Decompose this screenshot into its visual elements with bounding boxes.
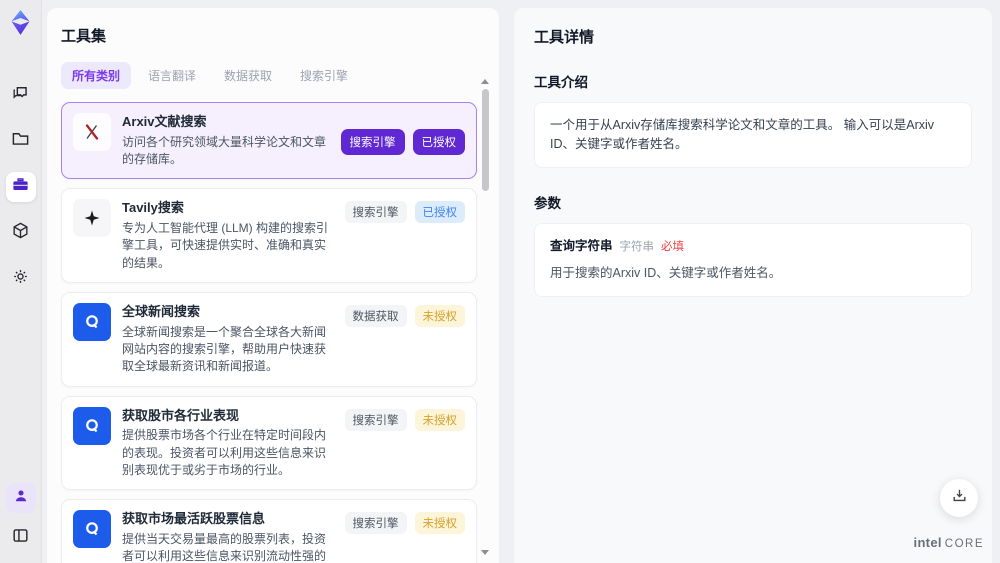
page-title: 工具集 bbox=[61, 28, 107, 45]
category-tabs: 所有类别 语言翻译 数据获取 搜索引擎 bbox=[61, 62, 477, 89]
tool-card-most-active-stocks[interactable]: 获取市场最活跃股票信息 提供当天交易量最高的股票列表，投资者可以利用这些信息来识… bbox=[61, 499, 477, 563]
tool-name: Arxiv文献搜索 bbox=[122, 114, 207, 129]
folder-icon bbox=[11, 129, 30, 153]
sidebar-item-tools[interactable] bbox=[5, 172, 36, 202]
auth-status-badge: 未授权 bbox=[414, 408, 465, 431]
tab-all-categories[interactable]: 所有类别 bbox=[61, 62, 132, 89]
category-badge: 搜索引擎 bbox=[344, 201, 407, 224]
cube-icon bbox=[11, 221, 30, 245]
download-button[interactable] bbox=[940, 479, 978, 517]
sidebar-item-chat[interactable] bbox=[6, 80, 36, 110]
tool-detail-panel: 工具详情 工具介绍 一个用于从Arxiv存储库搜索科学论文和文章的工具。 输入可… bbox=[514, 8, 992, 563]
scrollbar-thumb[interactable] bbox=[481, 89, 489, 191]
auth-status-badge: 未授权 bbox=[414, 512, 465, 535]
news-q-icon bbox=[73, 510, 111, 549]
sparkle-icon bbox=[73, 199, 111, 238]
tab-translation[interactable]: 语言翻译 bbox=[137, 62, 207, 89]
auth-status-badge: 未授权 bbox=[414, 305, 465, 328]
intro-text: 一个用于从Arxiv存储库搜索科学论文和文章的工具。 输入可以是Arxiv ID… bbox=[550, 118, 935, 151]
app-logo-icon bbox=[7, 9, 34, 36]
param-description: 用于搜索的Arxiv ID、关键字或作者姓名。 bbox=[550, 265, 782, 280]
tool-name: 全球新闻搜索 bbox=[122, 304, 201, 320]
scroll-down-arrow-icon[interactable] bbox=[481, 550, 489, 555]
intel-core-logo: intel core bbox=[914, 535, 984, 550]
intro-box: 一个用于从Arxiv存储库搜索科学论文和文章的工具。 输入可以是Arxiv ID… bbox=[534, 102, 972, 168]
tab-data-fetch[interactable]: 数据获取 bbox=[213, 62, 283, 89]
tool-list-panel: 工具集 所有类别 语言翻译 数据获取 搜索引擎 Arxiv文献搜索 访问各个研究… bbox=[47, 8, 499, 563]
tool-description: 全球新闻搜索是一个聚合全球各大新闻网站内容的搜索引擎，帮助用户快速获取全球最新资… bbox=[122, 324, 327, 374]
param-box: 查询字符串 字符串 必填 用于搜索的Arxiv ID、关键字或作者姓名。 bbox=[534, 222, 972, 297]
briefcase-icon bbox=[11, 175, 30, 199]
category-badge: 搜索引擎 bbox=[344, 512, 407, 535]
sidebar-item-packages[interactable] bbox=[6, 218, 36, 248]
arxiv-icon bbox=[73, 113, 111, 151]
param-type: 字符串 bbox=[619, 240, 655, 253]
tool-name: Tavily搜索 bbox=[122, 200, 184, 216]
auth-status-badge: 已授权 bbox=[412, 128, 465, 155]
scrollbar[interactable] bbox=[480, 79, 490, 555]
tool-description: 访问各个研究领域大量科学论文和文章的存储库。 bbox=[122, 134, 327, 166]
auth-status-badge: 已授权 bbox=[414, 201, 465, 224]
download-icon bbox=[951, 487, 968, 509]
panel-toggle-icon bbox=[11, 526, 30, 550]
brand-primary: intel bbox=[913, 535, 942, 550]
main-content: 工具集 所有类别 语言翻译 数据获取 搜索引擎 Arxiv文献搜索 访问各个研究… bbox=[42, 0, 1000, 563]
news-q-icon bbox=[73, 406, 111, 445]
scroll-up-arrow-icon[interactable] bbox=[481, 79, 489, 84]
sidebar-item-profile[interactable] bbox=[5, 483, 36, 513]
tab-search-engine[interactable]: 搜索引擎 bbox=[289, 62, 359, 89]
param-required-badge: 必填 bbox=[661, 240, 685, 253]
sidebar-item-collapse[interactable] bbox=[6, 523, 36, 553]
news-q-icon bbox=[73, 303, 111, 342]
user-icon bbox=[12, 487, 30, 510]
chat-icon bbox=[11, 83, 30, 107]
tool-list: Arxiv文献搜索 访问各个研究领域大量科学论文和文章的存储库。 搜索引擎 已授… bbox=[61, 102, 477, 563]
tool-description: 提供股票市场各个行业在特定时间段内的表现。投资者可以利用这些信息来识别表现优于或… bbox=[122, 428, 327, 478]
sidebar-nav bbox=[5, 80, 36, 294]
tool-card-tavily[interactable]: Tavily搜索 专为人工智能代理 (LLM) 构建的搜索引擎工具，可快速提供实… bbox=[61, 188, 477, 284]
category-badge: 数据获取 bbox=[344, 305, 407, 328]
tool-name: 获取市场最活跃股票信息 bbox=[122, 511, 266, 527]
tool-card-sector-performance[interactable]: 获取股市各行业表现 提供股票市场各个行业在特定时间段内的表现。投资者可以利用这些… bbox=[61, 395, 477, 491]
sidebar-bottom bbox=[5, 483, 36, 553]
category-badge: 搜索引擎 bbox=[344, 408, 407, 431]
tool-card-global-news[interactable]: 全球新闻搜索 全球新闻搜索是一个聚合全球各大新闻网站内容的搜索引擎，帮助用户快速… bbox=[61, 292, 477, 387]
detail-title: 工具详情 bbox=[534, 29, 595, 46]
params-heading: 参数 bbox=[534, 195, 561, 211]
tool-card-arxiv[interactable]: Arxiv文献搜索 访问各个研究领域大量科学论文和文章的存储库。 搜索引擎 已授… bbox=[61, 102, 477, 180]
sidebar-item-files[interactable] bbox=[6, 126, 36, 156]
intro-heading: 工具介绍 bbox=[534, 75, 588, 90]
app-window: 工具集 所有类别 语言翻译 数据获取 搜索引擎 Arxiv文献搜索 访问各个研究… bbox=[0, 0, 1000, 563]
tool-name: 获取股市各行业表现 bbox=[122, 407, 240, 423]
sidebar bbox=[0, 0, 42, 563]
category-badge: 搜索引擎 bbox=[340, 128, 405, 155]
tool-description: 提供当天交易量最高的股票列表，投资者可以利用这些信息来识别流动性强的股票和潜在的… bbox=[122, 532, 327, 563]
sidebar-item-settings[interactable] bbox=[6, 264, 36, 294]
gear-icon bbox=[11, 267, 30, 291]
param-name: 查询字符串 bbox=[550, 238, 613, 253]
tool-description: 专为人工智能代理 (LLM) 构建的搜索引擎工具，可快速提供实时、准确和真实的结… bbox=[122, 220, 329, 270]
brand-secondary: core bbox=[944, 538, 984, 550]
